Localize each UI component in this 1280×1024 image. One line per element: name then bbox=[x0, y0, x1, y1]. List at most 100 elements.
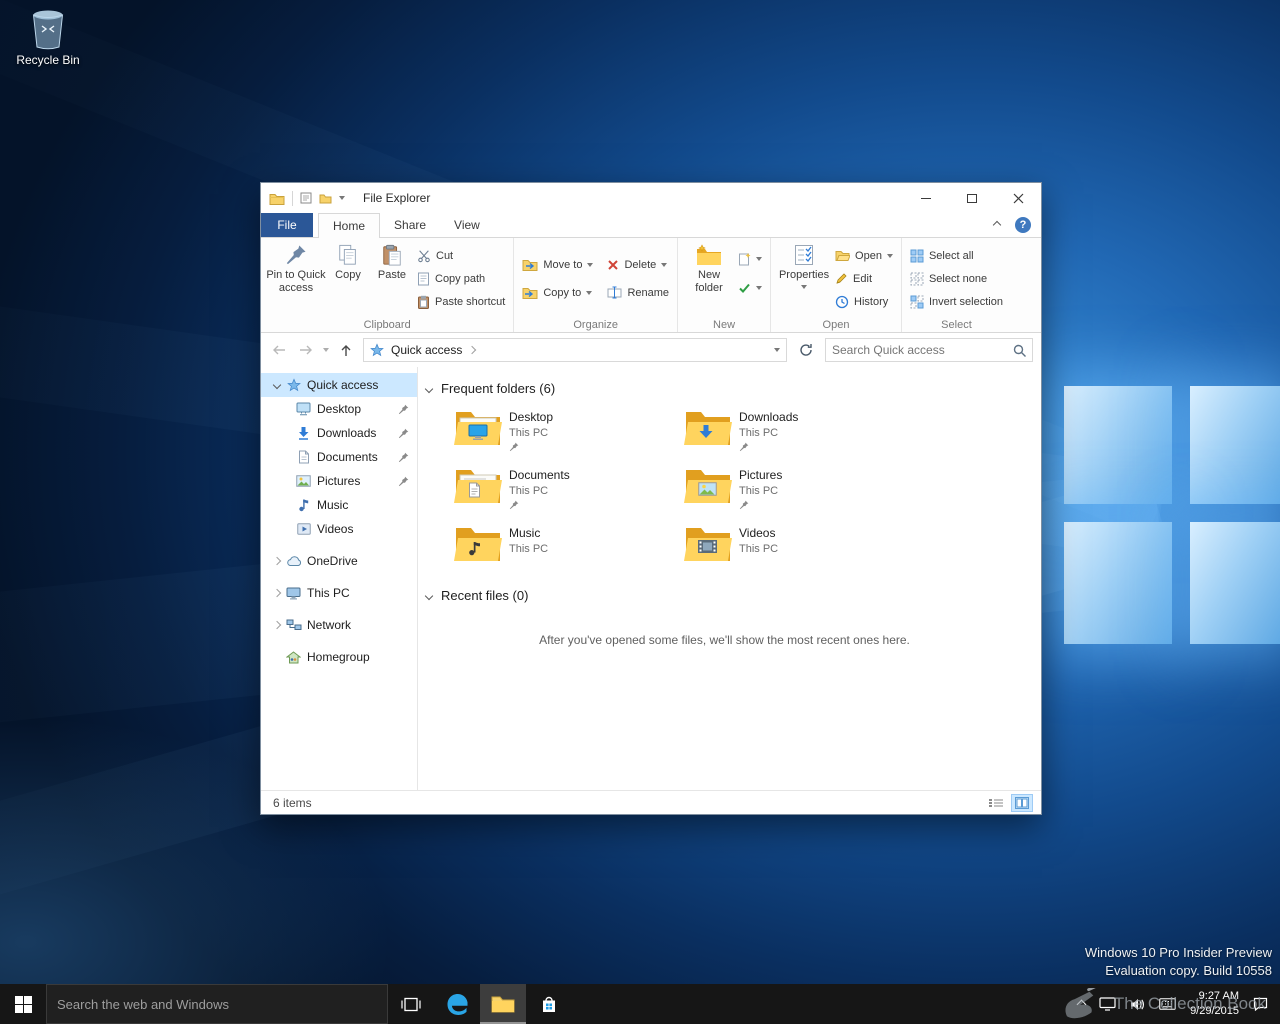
sidebar-item-quick-access[interactable]: Quick access bbox=[261, 373, 417, 397]
breadcrumb-chevron-icon[interactable] bbox=[468, 345, 477, 355]
back-button[interactable] bbox=[269, 344, 289, 356]
refresh-button[interactable] bbox=[794, 343, 818, 357]
explorer-search bbox=[825, 338, 1033, 362]
tab-view[interactable]: View bbox=[440, 213, 494, 237]
properties-button[interactable]: Properties bbox=[776, 241, 832, 289]
sidebar-item-documents[interactable]: Documents bbox=[261, 445, 417, 469]
sidebar-item-this-pc[interactable]: This PC bbox=[261, 581, 417, 605]
content-area: Frequent folders (6) Desktop This PC Dow… bbox=[418, 367, 1041, 790]
history-button[interactable]: History bbox=[832, 292, 896, 311]
task-view-button[interactable] bbox=[388, 984, 434, 1024]
rename-button[interactable]: Rename bbox=[604, 283, 672, 302]
maximize-button[interactable] bbox=[949, 183, 995, 213]
invert-selection-button[interactable]: Invert selection bbox=[907, 292, 1006, 311]
minimize-ribbon-icon[interactable] bbox=[992, 220, 1002, 230]
sidebar-item-onedrive[interactable]: OneDrive bbox=[261, 549, 417, 573]
folder-tile-videos[interactable]: Videos This PC bbox=[684, 524, 904, 562]
folder-tile-music[interactable]: Music This PC bbox=[454, 524, 674, 562]
title-bar[interactable]: File Explorer bbox=[261, 183, 1041, 213]
qat-new-folder-icon[interactable] bbox=[319, 193, 332, 204]
pin-icon bbox=[398, 404, 409, 415]
details-view-button[interactable] bbox=[984, 794, 1008, 812]
paste-shortcut-button[interactable]: Paste shortcut bbox=[414, 292, 508, 311]
recent-locations-chevron-icon[interactable] bbox=[323, 348, 329, 352]
videos-icon bbox=[295, 523, 312, 535]
large-icons-view-button[interactable] bbox=[1011, 793, 1033, 812]
collapse-chevron-icon[interactable] bbox=[272, 620, 282, 630]
tab-share[interactable]: Share bbox=[380, 213, 440, 237]
search-icon[interactable] bbox=[1013, 344, 1026, 357]
new-item-button[interactable] bbox=[735, 249, 765, 268]
new-folder-button[interactable]: New folder bbox=[683, 241, 735, 294]
up-button[interactable] bbox=[336, 344, 356, 357]
move-to-button[interactable]: Move to bbox=[519, 255, 596, 274]
select-all-button[interactable]: Select all bbox=[907, 246, 1006, 265]
forward-arrow-icon bbox=[300, 345, 312, 355]
item-count: 6 items bbox=[273, 795, 312, 810]
file-explorer-taskbar-button[interactable] bbox=[480, 984, 526, 1024]
folder-tile-desktop[interactable]: Desktop This PC bbox=[454, 408, 674, 452]
sidebar-item-downloads[interactable]: Downloads bbox=[261, 421, 417, 445]
folder-location: This PC bbox=[509, 485, 549, 497]
sidebar-item-network[interactable]: Network bbox=[261, 613, 417, 637]
delete-icon bbox=[608, 259, 619, 270]
taskbar-search-input[interactable] bbox=[57, 996, 377, 1012]
collapse-chevron-icon[interactable] bbox=[272, 588, 282, 598]
pin-icon bbox=[398, 452, 409, 463]
folder-icon bbox=[684, 524, 732, 562]
breadcrumb-item[interactable]: Quick access bbox=[391, 343, 462, 357]
copy-to-button[interactable]: Copy to bbox=[519, 283, 596, 302]
folder-name: Downloads bbox=[739, 410, 799, 424]
sidebar-item-label: Documents bbox=[317, 450, 378, 464]
copy-button[interactable]: Copy bbox=[326, 241, 370, 282]
build-watermark: Windows 10 Pro Insider Preview Evaluatio… bbox=[1085, 944, 1272, 980]
pin-to-quick-access-button[interactable]: Pin to Quick access bbox=[266, 241, 326, 294]
qat-customize-chevron-icon[interactable] bbox=[339, 196, 345, 200]
sidebar-item-desktop[interactable]: Desktop bbox=[261, 397, 417, 421]
open-button[interactable]: Open bbox=[832, 246, 896, 265]
sidebar-item-label: Quick access bbox=[307, 378, 379, 392]
this-pc-icon bbox=[285, 587, 302, 600]
pin-icon bbox=[739, 442, 798, 452]
explorer-search-input[interactable] bbox=[832, 343, 1009, 357]
tab-file[interactable]: File bbox=[261, 213, 313, 237]
folder-icon bbox=[454, 408, 502, 446]
windows-logo-icon bbox=[14, 995, 32, 1013]
start-button[interactable] bbox=[0, 984, 46, 1024]
collapse-chevron-icon[interactable] bbox=[272, 556, 282, 566]
qat-properties-icon[interactable] bbox=[300, 192, 312, 204]
tab-home[interactable]: Home bbox=[318, 213, 381, 238]
collapse-section-icon[interactable] bbox=[424, 384, 434, 393]
select-none-button[interactable]: Select none bbox=[907, 269, 1006, 288]
sidebar-item-music[interactable]: Music bbox=[261, 493, 417, 517]
sidebar-item-label: Pictures bbox=[317, 474, 361, 488]
edge-button[interactable] bbox=[434, 984, 480, 1024]
edit-button[interactable]: Edit bbox=[832, 269, 896, 288]
folder-tile-documents[interactable]: Documents This PC bbox=[454, 466, 674, 510]
help-icon[interactable]: ? bbox=[1015, 217, 1031, 233]
expand-chevron-icon[interactable] bbox=[272, 380, 282, 390]
breadcrumb[interactable]: Quick access bbox=[363, 338, 787, 362]
back-arrow-icon bbox=[273, 345, 285, 355]
minimize-button[interactable] bbox=[903, 183, 949, 213]
rename-icon bbox=[607, 286, 622, 299]
cut-button[interactable]: Cut bbox=[414, 246, 508, 265]
sidebar-item-homegroup[interactable]: Homegroup bbox=[261, 645, 417, 669]
pin-icon bbox=[398, 476, 409, 487]
easy-access-button[interactable] bbox=[735, 278, 765, 297]
collapse-section-icon[interactable] bbox=[424, 591, 434, 600]
sidebar-item-pictures[interactable]: Pictures bbox=[261, 469, 417, 493]
forward-button[interactable] bbox=[296, 344, 316, 356]
store-button[interactable] bbox=[526, 984, 572, 1024]
pin-icon bbox=[509, 442, 553, 452]
ribbon-group-organize: Move to Copy to Delete Rename Organize bbox=[514, 238, 679, 332]
address-dropdown-icon[interactable] bbox=[774, 348, 780, 352]
folder-tile-pictures[interactable]: Pictures This PC bbox=[684, 466, 904, 510]
sidebar-item-videos[interactable]: Videos bbox=[261, 517, 417, 541]
close-button[interactable] bbox=[995, 183, 1041, 213]
delete-button[interactable]: Delete bbox=[604, 255, 672, 274]
paste-button[interactable]: Paste bbox=[370, 241, 414, 282]
recycle-bin[interactable]: Recycle Bin bbox=[10, 8, 86, 67]
folder-tile-downloads[interactable]: Downloads This PC bbox=[684, 408, 904, 452]
copy-path-button[interactable]: Copy path bbox=[414, 269, 508, 288]
